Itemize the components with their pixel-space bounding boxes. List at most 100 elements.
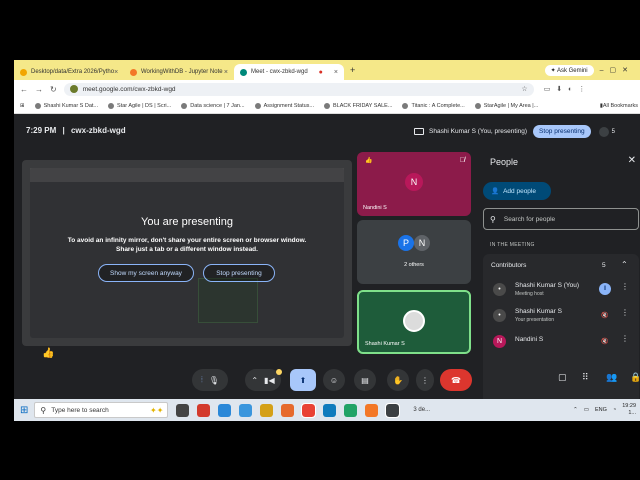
bookmark-star-icon[interactable]: ☆	[521, 85, 527, 93]
close-icon[interactable]: ×	[224, 69, 228, 76]
back-icon[interactable]: ←	[20, 85, 28, 94]
bookmark-label: StarAgile | My Area |...	[483, 102, 539, 109]
show-screen-anyway-button[interactable]: Show my screen anyway	[98, 264, 194, 282]
bookmark-item[interactable]: Star Agile | DS | Scri...	[108, 102, 172, 109]
file-explorer-icon[interactable]	[260, 403, 274, 417]
all-bookmarks[interactable]: ▮ All Bookmarks	[600, 103, 638, 109]
store-icon[interactable]	[239, 403, 253, 417]
search-icon: ⚲	[490, 214, 496, 224]
chevron-up-icon: ⌃	[251, 375, 259, 385]
stop-presenting-button[interactable]: Stop presenting	[203, 264, 275, 282]
bookmark-item[interactable]: Data science | 7 Jan...	[181, 102, 245, 109]
apps-icon[interactable]: ⊞	[20, 103, 25, 109]
task-view-icon[interactable]	[176, 403, 190, 417]
host-controls-icon[interactable]: 🔒	[630, 372, 640, 383]
toolbar-icons[interactable]: ▭⬇◐⋮	[544, 85, 592, 93]
bookmark-item[interactable]: Assignment Status...	[254, 102, 314, 109]
wifi-icon[interactable]: ◔	[613, 407, 616, 413]
participant-tile-nandini[interactable]: 👍 🎙̸ N Nandini S	[357, 152, 471, 216]
more-options-icon[interactable]: ⋮	[621, 334, 629, 343]
site-info-icon[interactable]	[69, 85, 78, 93]
windows-start-icon[interactable]: ⊞	[20, 405, 28, 416]
avatar	[403, 310, 425, 332]
bookmark-label: Star Agile | DS | Scri...	[117, 102, 172, 109]
emoji-icon: ☺	[329, 375, 339, 385]
tab-label: Meet - cwx-zbkd-wgd	[251, 69, 308, 75]
close-icon[interactable]: ✕	[628, 155, 636, 166]
people-panel-title: People	[490, 157, 519, 167]
bookmark-item[interactable]: BLACK FRIDAY SALE...	[324, 102, 392, 109]
close-icon[interactable]: ×	[114, 69, 118, 76]
mic-off-icon[interactable]: 🔇	[599, 335, 611, 347]
taskbar-clock[interactable]: 19:29 1...	[622, 403, 636, 417]
new-tab-button[interactable]: +	[350, 65, 355, 75]
system-tray: ⌃ ▭ ENG ◔ 19:29 1...	[573, 403, 640, 417]
chevron-up-icon[interactable]: ⌃	[621, 260, 628, 269]
section-label: IN THE MEETING	[490, 242, 535, 248]
mic-off-icon[interactable]: 🔇	[599, 309, 611, 321]
participant-count: 5	[611, 128, 615, 135]
camera-button[interactable]: ⌃ ▮◀	[245, 369, 282, 391]
screen: Desktop/data/Extra 2026/Pytho × WorkingW…	[0, 0, 640, 480]
jupyter-icon[interactable]	[365, 403, 379, 417]
app-icon[interactable]	[281, 403, 295, 417]
audio-wave-icon: ⦙	[201, 375, 203, 384]
jupyter-icon	[130, 68, 137, 76]
forward-icon[interactable]: →	[35, 85, 43, 94]
people-icon[interactable]: 👥	[606, 372, 617, 383]
tray-chevron-icon[interactable]: ⌃	[573, 407, 578, 413]
activities-icon[interactable]: ⠿	[582, 372, 589, 383]
leave-call-button[interactable]: ☎	[440, 369, 472, 391]
tile-label: Nandini S	[363, 205, 387, 211]
ask-gemini-label: Ask Gemini	[556, 67, 588, 74]
participants-badge[interactable]: 5	[598, 126, 615, 137]
more-options-icon[interactable]: ⋮	[621, 308, 629, 317]
chat-icon[interactable]: ▢	[558, 372, 567, 383]
camera-icon: ▮◀	[264, 375, 275, 385]
network-icon[interactable]: ▭	[584, 407, 589, 413]
raise-hand-button[interactable]: ✋	[387, 369, 409, 391]
participant-tile-shashi[interactable]: Shashi Kumar S	[357, 290, 471, 354]
captions-button[interactable]: ▤	[354, 369, 376, 391]
more-options-button[interactable]: ⋮	[416, 369, 434, 391]
chrome-profile-icon[interactable]	[385, 402, 401, 418]
stop-presenting-chip-button[interactable]: Stop presenting	[533, 125, 591, 138]
member-role: Your presentation	[515, 317, 555, 323]
tab-meet[interactable]: Meet - cwx-zbkd-wgd ● ×	[234, 64, 344, 80]
address-bar[interactable]: meet.google.com/cwx-zbkd-wgd ☆	[63, 82, 534, 96]
participant-avatars-icon	[598, 126, 609, 137]
tile-label: 2 others	[404, 262, 424, 268]
ask-gemini-button[interactable]: ✦ Ask Gemini	[544, 64, 594, 76]
group-title: Contributors	[491, 262, 527, 269]
edge-icon[interactable]	[323, 403, 337, 417]
presenting-chip: Shashi Kumar S (You, presenting) Stop pr…	[414, 123, 615, 140]
window-controls[interactable]: –▢✕	[600, 66, 634, 74]
tab-jupyter[interactable]: WorkingWithDB - Jupyter Note ×	[124, 64, 234, 80]
weather-widget[interactable]: 3 de...	[413, 407, 430, 413]
taskbar-search-input[interactable]: ⚲ Type here to search ✦✦	[34, 402, 169, 418]
powerpoint-icon[interactable]	[197, 403, 211, 417]
participant-tile-others[interactable]: P N 2 others	[357, 220, 471, 284]
reload-icon[interactable]: ↻	[50, 85, 57, 94]
bookmark-item[interactable]: StarAgile | My Area |...	[474, 102, 539, 109]
bookmark-favicon	[181, 102, 188, 109]
present-button[interactable]: ⬆	[290, 369, 316, 391]
close-icon[interactable]: ×	[334, 69, 338, 76]
clock-time: 19:29	[622, 403, 636, 409]
add-people-button[interactable]: 👤 Add people	[483, 182, 551, 200]
copilot-icon[interactable]	[218, 403, 232, 417]
more-options-icon[interactable]: ⋮	[621, 282, 629, 291]
excel-icon[interactable]	[344, 403, 358, 417]
people-search-input[interactable]: ⚲ Search for people	[483, 208, 639, 230]
lang-indicator[interactable]: ENG	[595, 407, 607, 413]
bookmark-item[interactable]: Titanic : A Complete...	[402, 102, 465, 109]
avatar: •	[493, 309, 506, 322]
present-screen-icon: ⬆	[299, 375, 307, 385]
presenting-label: Shashi Kumar S (You, presenting)	[429, 128, 528, 135]
mic-button[interactable]: ⦙ 🎙	[192, 369, 228, 391]
tab-desktop[interactable]: Desktop/data/Extra 2026/Pytho ×	[14, 64, 124, 80]
bookmark-label: Data science | 7 Jan...	[190, 102, 245, 109]
chrome-icon[interactable]	[301, 402, 317, 418]
bookmark-item[interactable]: Shashi Kumar S Dat...	[34, 102, 98, 109]
reactions-button[interactable]: ☺	[323, 369, 345, 391]
